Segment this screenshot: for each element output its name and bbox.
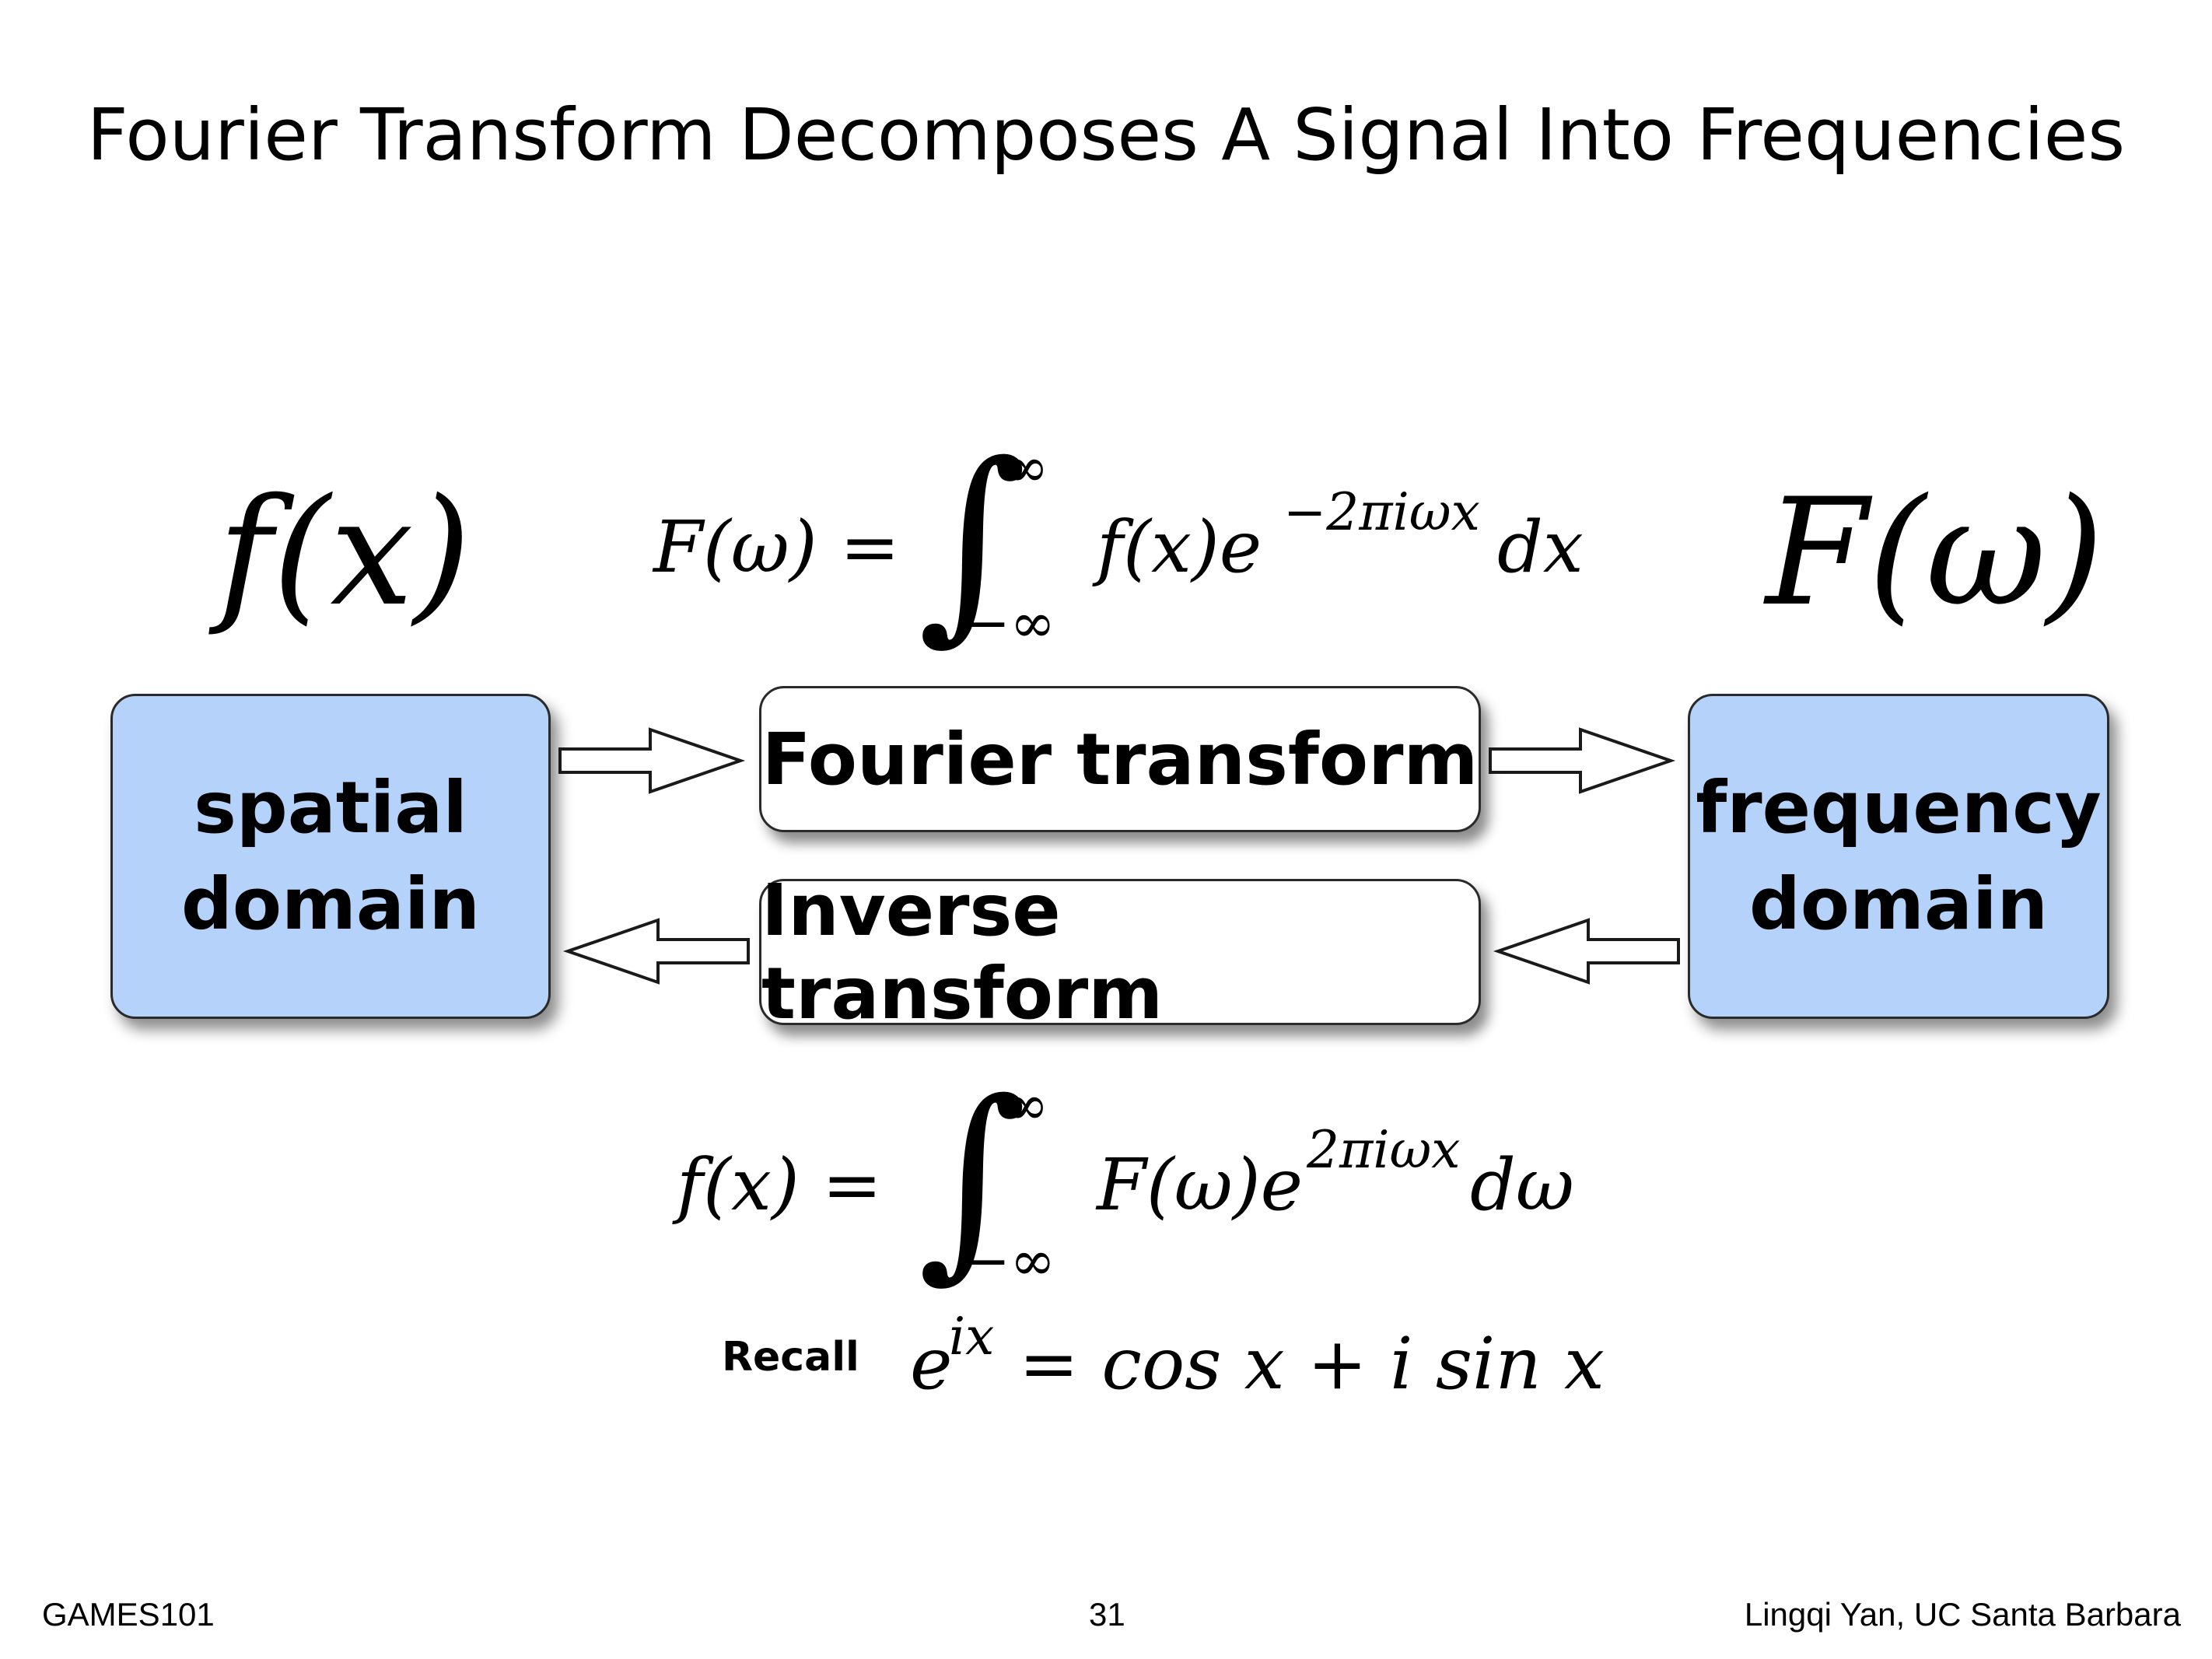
footer-author: Lingqi Yan, UC Santa Barbara xyxy=(1744,1596,2181,1633)
euler-base: e xyxy=(910,1322,953,1405)
frequency-domain-line-1: frequency xyxy=(1696,765,2102,849)
inverse-lower-limit: −∞ xyxy=(964,1229,1055,1293)
fourier-transform-box: Fourier transform xyxy=(759,686,1481,832)
inverse-upper-limit: ∞ xyxy=(1003,1073,1049,1137)
right-arrow-icon xyxy=(558,727,746,794)
spatial-domain-line-2: domain xyxy=(180,863,481,946)
slide-title: Fourier Transform Decomposes A Signal In… xyxy=(86,93,2126,177)
spatial-function-label: f(x) xyxy=(218,467,471,639)
forward-upper-limit: ∞ xyxy=(1003,436,1049,499)
forward-differential: dx xyxy=(1497,506,1584,589)
left-arrow-icon xyxy=(562,918,750,985)
inverse-differential: dω xyxy=(1470,1143,1574,1227)
inverse-exponent: 2πiωx xyxy=(1307,1120,1461,1180)
spatial-domain-line-1: spatial xyxy=(194,765,467,849)
inverse-formula-lhs: f(x) = xyxy=(677,1143,883,1227)
forward-exponent: −2πiωx xyxy=(1283,482,1480,542)
forward-lower-limit: −∞ xyxy=(964,591,1055,655)
left-arrow-icon xyxy=(1493,918,1680,985)
page-number: 31 xyxy=(1089,1596,1125,1633)
euler-rhs: = cos x + i sin x xyxy=(1019,1322,1605,1405)
recall-label: Recall xyxy=(722,1334,859,1381)
frequency-domain-box: frequency domain xyxy=(1688,694,2109,1019)
forward-integrand: f(x)e xyxy=(1097,506,1262,589)
frequency-domain-line-2: domain xyxy=(1748,863,2049,946)
right-arrow-icon xyxy=(1489,727,1676,794)
inverse-transform-box: Inverse transform xyxy=(759,869,1481,1035)
euler-exponent: ix xyxy=(949,1307,995,1367)
footer-course: GAMES101 xyxy=(42,1596,215,1633)
frequency-function-label: F(ω) xyxy=(1766,467,2105,639)
spatial-domain-box: spatial domain xyxy=(110,694,551,1019)
inverse-integrand: F(ω)e xyxy=(1097,1143,1304,1227)
forward-formula-lhs: F(ω) = xyxy=(653,506,900,589)
